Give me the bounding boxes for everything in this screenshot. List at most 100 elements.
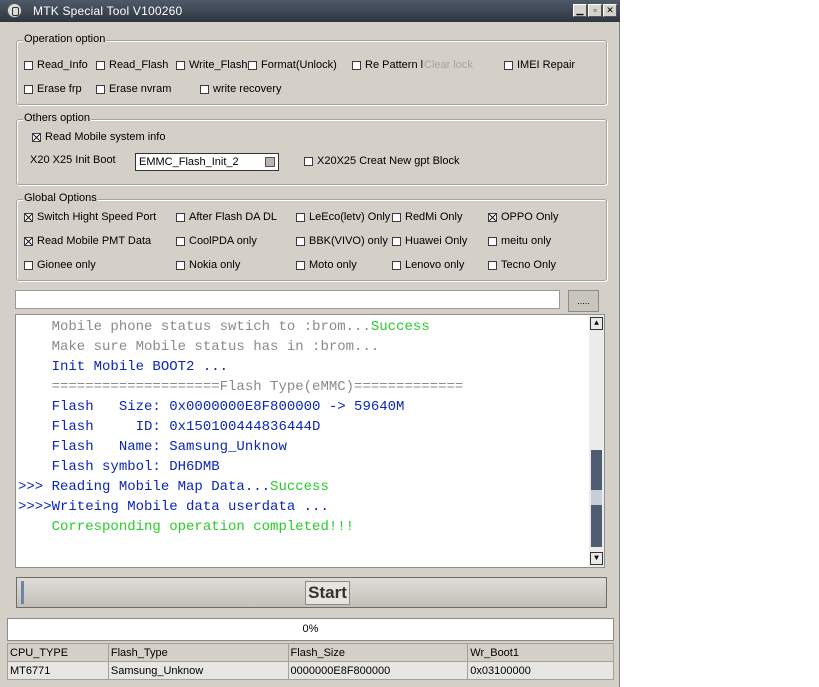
maximize-button[interactable]: ▫ xyxy=(588,4,602,17)
checkbox-label: OPPO Only xyxy=(501,211,559,223)
checkbox-box[interactable] xyxy=(176,260,185,270)
switch-hight-speed-port-checkbox[interactable]: Switch Hight Speed Port xyxy=(24,211,156,223)
nokia-only-checkbox[interactable]: Nokia only xyxy=(176,259,240,271)
checkbox-box[interactable] xyxy=(32,132,41,142)
browse-button[interactable]: ..... xyxy=(568,290,599,312)
log-line: Flash ID: 0x150100444836444D xyxy=(18,419,321,435)
meitu-only-checkbox[interactable]: meitu only xyxy=(488,235,551,247)
checkbox-box[interactable] xyxy=(488,260,497,270)
checkbox-box[interactable] xyxy=(176,212,185,222)
gionee-only-checkbox[interactable]: Gionee only xyxy=(24,259,96,271)
checkbox-label: Read Mobile PMT Data xyxy=(37,235,152,247)
checkbox-box[interactable] xyxy=(352,60,361,70)
checkbox-box[interactable] xyxy=(296,212,305,222)
checkbox-box[interactable] xyxy=(176,236,185,246)
minimize-button[interactable]: ▁ xyxy=(573,4,587,17)
log-segment: Mobile phone status swtich to :brom... xyxy=(18,319,371,335)
start-stripe xyxy=(21,581,24,604)
start-button[interactable]: Start xyxy=(16,577,607,608)
checkbox-box[interactable] xyxy=(304,156,313,166)
checkbox-box[interactable] xyxy=(24,60,33,70)
checkbox-label: CoolPDA only xyxy=(189,235,257,247)
coolpda-only-checkbox[interactable]: CoolPDA only xyxy=(176,235,257,247)
log-line: Mobile phone status swtich to :brom...Su… xyxy=(18,319,430,335)
log-line: Flash Size: 0x0000000E8F800000 -> 59640M xyxy=(18,399,405,415)
read-info-checkbox[interactable]: Read_Info xyxy=(24,59,88,71)
read-flash-checkbox[interactable]: Read_Flash xyxy=(96,59,168,71)
checkbox-label: LeEco(letv) Only xyxy=(309,211,391,223)
cell-flash-type: Samsung_Unknow xyxy=(107,661,289,680)
after-flash-da-dl-checkbox[interactable]: After Flash DA DL xyxy=(176,211,277,223)
scroll-thumb[interactable] xyxy=(591,450,602,547)
checkbox-box[interactable] xyxy=(24,212,33,222)
checkbox-box[interactable] xyxy=(296,260,305,270)
init-boot-value: EMMC_Flash_Init_2 xyxy=(139,156,239,168)
log-output[interactable]: Mobile phone status swtich to :brom...Su… xyxy=(15,314,605,568)
read-mobile-system-info-checkbox[interactable]: Read Mobile system info xyxy=(32,131,165,143)
dropdown-arrow-icon[interactable] xyxy=(265,157,275,167)
redmi-only-checkbox[interactable]: RedMi Only xyxy=(392,211,462,223)
scroll-up-icon[interactable]: ▲ xyxy=(590,317,603,330)
checkbox-box[interactable] xyxy=(24,260,33,270)
log-segment: Init Mobile BOOT2 ... xyxy=(18,359,229,375)
table-row[interactable]: MT6771 Samsung_Unknow 0000000E8F800000 0… xyxy=(7,661,614,680)
checkbox-box[interactable] xyxy=(296,236,305,246)
checkbox-box[interactable] xyxy=(488,212,497,222)
moto-only-checkbox[interactable]: Moto only xyxy=(296,259,357,271)
log-scrollbar[interactable]: ▲ ▼ xyxy=(589,315,604,567)
checkbox-label: RedMi Only xyxy=(405,211,463,223)
format-unlock-checkbox[interactable]: Format(Unlock) xyxy=(248,59,337,71)
erase-nvram-checkbox[interactable]: Erase nvram xyxy=(96,83,171,95)
log-segment: Success xyxy=(370,319,430,335)
init-boot-select[interactable]: EMMC_Flash_Init_2 xyxy=(135,153,279,171)
lenovo-only-checkbox[interactable]: Lenovo only xyxy=(392,259,464,271)
checkbox-box[interactable] xyxy=(96,84,105,94)
tecno-only-checkbox[interactable]: Tecno Only xyxy=(488,259,556,271)
header-flash-size: Flash_Size xyxy=(287,643,469,662)
checkbox-box[interactable] xyxy=(24,84,33,94)
checkbox-box[interactable] xyxy=(392,212,401,222)
checkbox-box[interactable] xyxy=(488,236,497,246)
scroll-down-icon[interactable]: ▼ xyxy=(590,552,603,565)
checkbox-box[interactable] xyxy=(24,236,33,246)
close-button[interactable]: ✕ xyxy=(603,4,617,17)
checkbox-label: Read_Info xyxy=(37,59,88,71)
log-line: Flash Name: Samsung_Unknow xyxy=(18,439,287,455)
read-mobile-pmt-data-checkbox[interactable]: Read Mobile PMT Data xyxy=(24,235,151,247)
log-segment: Corresponding operation completed!!! xyxy=(18,519,355,535)
checkbox-label: IMEI Repair xyxy=(517,59,576,71)
checkbox-box[interactable] xyxy=(176,60,185,70)
init-boot-label: X20 X25 Init Boot xyxy=(30,154,116,166)
checkbox-box[interactable] xyxy=(200,84,209,94)
imei-repair-checkbox[interactable]: IMEI Repair xyxy=(504,59,575,71)
checkbox-box[interactable] xyxy=(392,260,401,270)
log-segment: >>> Reading Mobile Map Data... xyxy=(18,479,271,495)
huawei-only-checkbox[interactable]: Huawei Only xyxy=(392,235,467,247)
checkbox-box[interactable] xyxy=(504,60,513,70)
write-flash-checkbox[interactable]: Write_Flash xyxy=(176,59,247,71)
checkbox-label: Clear lock xyxy=(424,59,473,71)
progress-bar: 0% xyxy=(7,618,614,641)
oppo-only-checkbox[interactable]: OPPO Only xyxy=(488,211,558,223)
checkbox-box[interactable] xyxy=(392,236,401,246)
checkbox-label: Read_Flash xyxy=(109,59,169,71)
checkbox-label: Gionee only xyxy=(37,259,96,271)
checkbox-label: Format(Unlock) xyxy=(261,59,337,71)
checkbox-box[interactable] xyxy=(248,60,257,70)
title-bar[interactable]: MTK Special Tool V100260 ▁ ▫ ✕ xyxy=(0,0,620,22)
log-segment: >>>>Writeing Mobile data userdata ... xyxy=(18,499,329,515)
bbk-vivo-only-checkbox[interactable]: BBK(VIVO) only xyxy=(296,235,388,247)
others-option-group: Others option xyxy=(16,112,607,185)
table-header-row: CPU_TYPE Flash_Type Flash_Size Wr_Boot1 xyxy=(7,643,614,662)
file-path-input[interactable] xyxy=(15,290,560,309)
creat-new-gpt-checkbox[interactable]: X20X25 Creat New gpt Block xyxy=(304,155,459,167)
checkbox-box[interactable] xyxy=(96,60,105,70)
write-recovery-checkbox[interactable]: write recovery xyxy=(200,83,281,95)
log-segment: Success xyxy=(270,479,329,495)
erase-frp-checkbox[interactable]: Erase frp xyxy=(24,83,82,95)
log-segment: Flash symbol: DH6DMB xyxy=(18,459,220,475)
checkbox-label: write recovery xyxy=(213,83,282,95)
re-pattern-l-checkbox[interactable]: Re Pattern l xyxy=(352,59,423,71)
app-icon[interactable] xyxy=(7,3,22,18)
leeco-letv-only-checkbox[interactable]: LeEco(letv) Only xyxy=(296,211,390,223)
